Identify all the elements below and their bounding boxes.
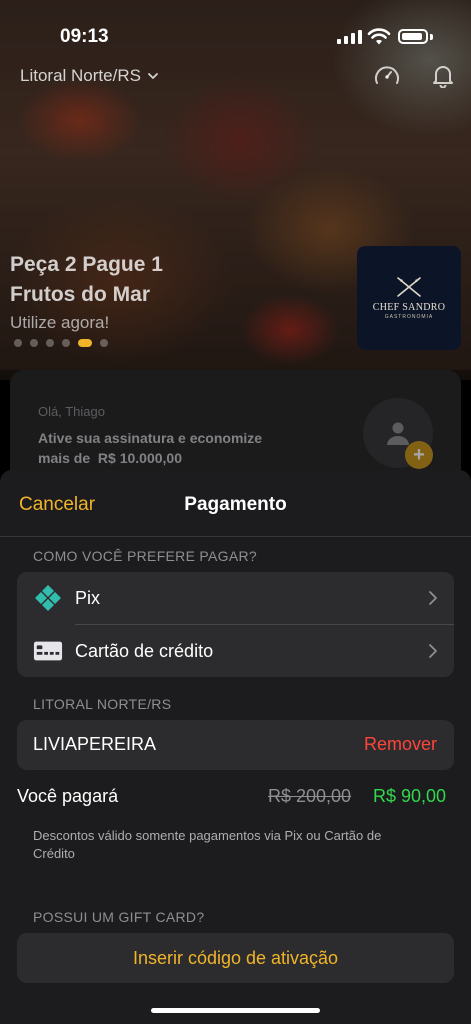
coupon-code: LIVIAPEREIRA xyxy=(33,734,157,754)
bell-icon[interactable] xyxy=(432,64,454,88)
subscription-message-line1: Ative sua assinatura e economize xyxy=(38,430,263,446)
promo-title-line1: Peça 2 Pague 1 xyxy=(10,253,163,276)
payment-method-label: Cartão de crédito xyxy=(75,640,214,661)
carousel-dot[interactable] xyxy=(14,339,22,347)
add-avatar-button[interactable]: + xyxy=(405,441,433,469)
payment-method-pix[interactable]: Pix xyxy=(17,572,454,624)
restaurant-name: CHEF SANDRO xyxy=(372,302,446,313)
header-divider xyxy=(0,536,471,537)
cancel-button[interactable]: Cancelar xyxy=(19,494,95,516)
carousel-dot[interactable] xyxy=(46,339,54,347)
chevron-down-icon xyxy=(148,73,158,79)
original-price: R$ 200,00 xyxy=(268,786,352,806)
discounted-price: R$ 90,00 xyxy=(373,786,447,806)
pix-icon xyxy=(33,584,63,612)
insert-activation-code-button[interactable]: Inserir código de ativação xyxy=(17,933,454,983)
battery-icon xyxy=(398,29,428,44)
status-time: 09:13 xyxy=(60,26,109,47)
credit-card-icon xyxy=(33,637,63,665)
restaurant-tagline: GASTRONOMIA xyxy=(384,314,434,320)
region-section-label: LITORAL NORTE/RS xyxy=(33,696,172,712)
home-indicator[interactable] xyxy=(151,1008,320,1013)
coupon-row: LIVIAPEREIRA Remover xyxy=(17,720,454,770)
gift-card-section-label: POSSUI UM GIFT CARD? xyxy=(33,909,205,925)
subscription-message-line2: mais de R$ 10.000,00 xyxy=(38,450,182,466)
payment-method-label: Pix xyxy=(75,587,101,608)
carousel-dot[interactable] xyxy=(100,339,108,347)
total-label: Você pagará xyxy=(17,786,119,806)
location-label: Litoral Norte/RS xyxy=(20,66,141,85)
remove-coupon-button[interactable]: Remover xyxy=(364,734,437,755)
restaurant-logo-card[interactable]: CHEF SANDRO GASTRONOMIA xyxy=(357,246,461,350)
carousel-indicator xyxy=(14,339,108,347)
gauge-icon[interactable] xyxy=(374,64,400,86)
carousel-dot[interactable] xyxy=(62,339,70,347)
greeting-text: Olá, Thiago xyxy=(38,404,105,419)
sheet-header: Pagamento Cancelar xyxy=(0,470,471,536)
payment-methods-list: Pix Cartão de crédito xyxy=(17,572,454,677)
subscription-message: Ative sua assinatura e economize mais de… xyxy=(38,428,298,468)
promo-title-line2: Frutos do Mar xyxy=(10,283,150,306)
status-bar: 09:13 xyxy=(0,0,471,70)
promo-title: Peça 2 Pague 1 Frutos do Mar xyxy=(10,250,210,310)
carousel-dot-active[interactable] xyxy=(78,339,92,347)
chevron-right-icon xyxy=(429,644,437,658)
cellular-signal-icon xyxy=(337,30,362,44)
payment-section-label: COMO VOCÊ PREFERE PAGAR? xyxy=(33,548,257,564)
promo-subtitle: Utilize agora! xyxy=(10,313,110,332)
carousel-dot[interactable] xyxy=(30,339,38,347)
location-selector[interactable]: Litoral Norte/RS xyxy=(20,66,159,86)
wifi-icon xyxy=(367,28,391,45)
payment-method-credit-card[interactable]: Cartão de crédito xyxy=(17,625,454,677)
crossed-knives-icon xyxy=(397,277,421,297)
discount-disclaimer: Descontos válido somente pagamentos via … xyxy=(33,828,382,861)
user-icon xyxy=(387,422,409,445)
battery-tip xyxy=(430,34,433,40)
chevron-right-icon xyxy=(429,591,437,605)
